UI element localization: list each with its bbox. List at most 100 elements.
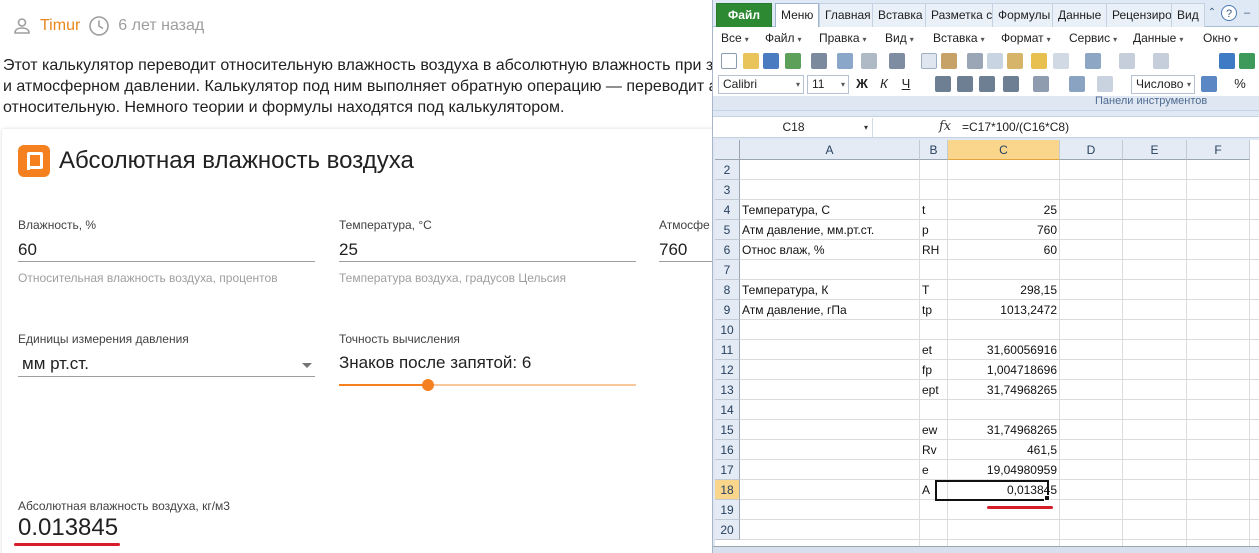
row-header[interactable]: 10 [715,320,740,340]
menu-all[interactable]: Все ▾ [721,31,749,45]
clear-icon[interactable] [1053,53,1069,69]
pressure-units-select[interactable]: мм рт.ст. [18,348,315,377]
cell-b11[interactable]: et [922,340,945,360]
tab-review[interactable]: Рецензиро [1106,3,1178,27]
format-painter-icon[interactable] [1031,53,1047,69]
active-cell-cursor[interactable] [935,480,1049,501]
cell-a5[interactable]: Атм давление, мм.рт.ст. [742,220,917,240]
precision-slider-thumb[interactable] [422,379,435,391]
cell-b17[interactable]: e [922,460,945,480]
help-icon[interactable]: ? [1221,5,1237,21]
tab-menu[interactable]: Меню [775,3,820,27]
cut-icon[interactable] [967,53,983,69]
borders-icon[interactable] [1097,76,1113,92]
column-header-a[interactable]: A [740,140,920,160]
menu-edit[interactable]: Правка ▾ [819,31,867,45]
select-all-corner[interactable] [715,140,740,160]
cell-b8[interactable]: T [922,280,945,300]
tab-formulas[interactable]: Формулы [992,3,1057,27]
row-header[interactable]: 12 [715,360,740,380]
menu-view[interactable]: Вид ▾ [885,31,914,45]
cell-b6[interactable]: RH [922,240,945,260]
cell-a4[interactable]: Температура, С [742,200,917,220]
row-header[interactable]: 18 [715,480,740,500]
italic-button[interactable]: К [875,76,893,92]
tab-data[interactable]: Данные [1052,3,1108,27]
justify-icon[interactable] [1003,76,1019,92]
row-header[interactable]: 13 [715,380,740,400]
formula-input[interactable]: =C17*100/(C16*C8) [962,120,1069,134]
bold-button[interactable]: Ж [853,76,871,92]
row-header[interactable]: 5 [715,220,740,240]
minimize-ribbon-icon[interactable]: ⌃ [1204,5,1220,21]
copy-icon[interactable] [987,53,1003,69]
copy-format-icon[interactable] [861,53,877,69]
cell-a8[interactable]: Температура, К [742,280,917,300]
temperature-input[interactable]: 25 [339,234,636,262]
cell-c12[interactable]: 1,004718696 [950,360,1057,380]
row-header[interactable]: 11 [715,340,740,360]
precision-slider[interactable] [339,379,636,391]
row-header[interactable]: 2 [715,160,740,180]
insert-function-icon[interactable]: fx [939,119,951,134]
align-left-icon[interactable] [935,76,951,92]
column-header-c[interactable]: C [948,140,1060,160]
excel-icon[interactable] [1239,53,1255,69]
font-size-combo[interactable]: 11 ▾ [807,75,849,94]
cell-b12[interactable]: fp [922,360,945,380]
tab-view[interactable]: Вид [1171,3,1205,27]
column-header-f[interactable]: F [1187,140,1250,160]
align-center-icon[interactable] [957,76,973,92]
font-name-combo[interactable]: Calibri ▾ [718,75,804,94]
currency-icon[interactable] [1201,76,1217,92]
cell-a9[interactable]: Атм давление, гПа [742,300,917,320]
underline-button[interactable]: Ч [897,76,915,92]
column-header-b[interactable]: B [920,140,948,160]
window-minimize-icon[interactable]: – [1239,5,1255,21]
open-folder-icon[interactable] [743,53,759,69]
search-icon[interactable] [1219,53,1235,69]
cell-c5[interactable]: 760 [950,220,1057,240]
align-right-icon[interactable] [979,76,995,92]
row-header[interactable]: 8 [715,280,740,300]
menu-tools[interactable]: Сервис ▾ [1069,31,1117,45]
hyperlink-icon[interactable] [1153,53,1169,69]
row-header[interactable]: 9 [715,300,740,320]
row-header[interactable]: 6 [715,240,740,260]
merge-cells-icon[interactable] [1069,76,1085,92]
menu-window[interactable]: Окно ▾ [1203,31,1238,45]
author-link[interactable]: Timur [40,17,80,35]
worksheet-grid[interactable]: A B C D E F 2 3 4 Температура, Сt 25 5 Атм давление,… [715,140,1259,553]
paste-icon[interactable] [1007,53,1023,69]
layout-icon[interactable] [889,53,905,69]
cell-c16[interactable]: 461,5 [950,440,1057,460]
cell-b15[interactable]: ew [922,420,945,440]
cell-b9[interactable]: tp [922,300,945,320]
cell-a6[interactable]: Относ влаж, % [742,240,917,260]
humidity-input[interactable]: 60 [18,234,315,262]
cell-c9[interactable]: 1013,2472 [950,300,1057,320]
menu-insert[interactable]: Вставка ▾ [933,31,985,45]
cell-b5[interactable]: p [922,220,945,240]
number-format-combo[interactable]: Числово ▾ [1131,75,1195,94]
cell-c13[interactable]: 31,74968265 [950,380,1057,400]
redo-icon[interactable] [1119,53,1135,69]
row-header[interactable]: 20 [715,520,740,540]
menu-file[interactable]: Файл ▾ [765,31,802,45]
row-header[interactable]: 19 [715,500,740,520]
export-icon[interactable] [785,53,801,69]
research-icon[interactable] [941,53,957,69]
save-icon[interactable] [763,53,779,69]
name-box[interactable]: C18 ▾ [715,118,873,137]
cell-c6[interactable]: 60 [950,240,1057,260]
menu-format[interactable]: Формат ▾ [1001,31,1051,45]
cell-b13[interactable]: ept [922,380,945,400]
cell-c8[interactable]: 298,15 [950,280,1057,300]
cell-c11[interactable]: 31,60056916 [950,340,1057,360]
cell-c15[interactable]: 31,74968265 [950,420,1057,440]
new-document-icon[interactable] [721,53,737,69]
tab-insert[interactable]: Вставка [872,3,929,27]
fill-handle[interactable] [1044,495,1050,501]
percent-button[interactable]: % [1231,76,1249,92]
cell-b4[interactable]: t [922,200,945,220]
